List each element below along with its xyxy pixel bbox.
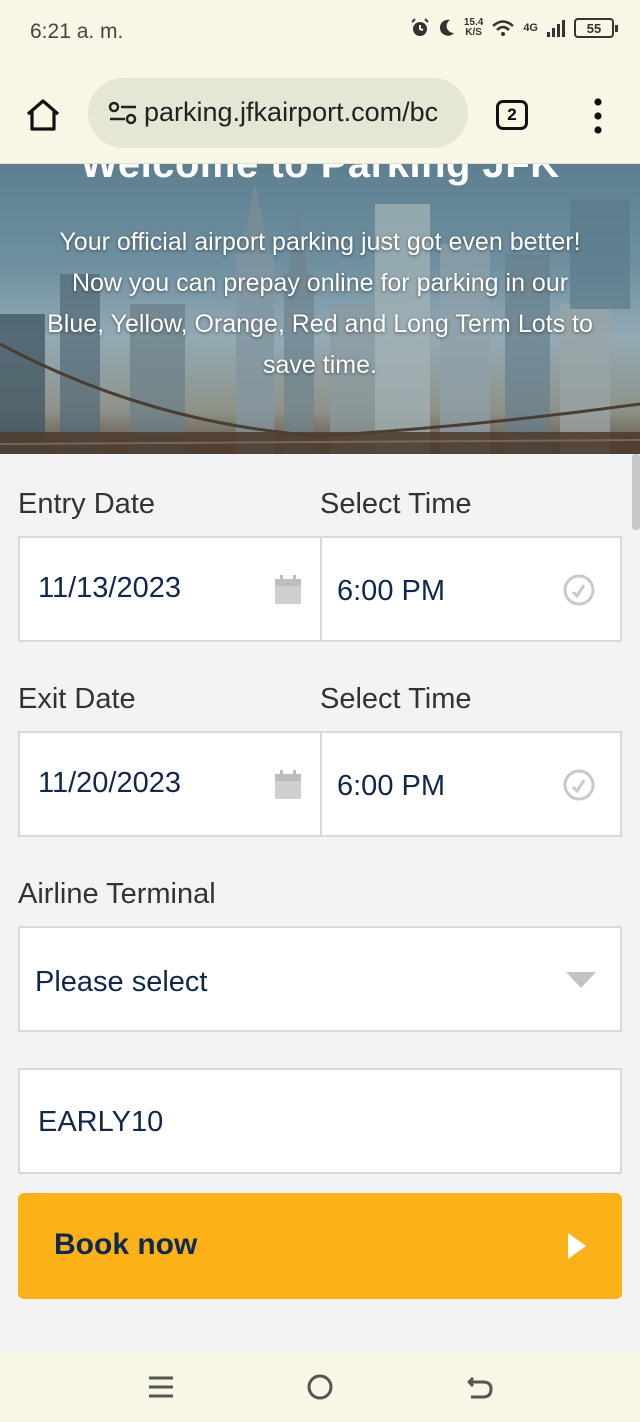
hero-description: Your official airport parking just got e…	[47, 228, 593, 379]
address-bar[interactable]: parking.jfkairport.com/bc	[88, 78, 468, 148]
status-icons: 15.4 K/S 4G 55	[410, 17, 618, 38]
moon-icon	[439, 19, 454, 36]
entry-date-label: Entry Date	[18, 488, 155, 520]
promo-code-value: EARLY10	[38, 1106, 164, 1138]
back-icon[interactable]	[463, 1370, 497, 1404]
clock-icon[interactable]	[562, 768, 596, 802]
exit-time-field[interactable]: 6:00 PM	[320, 731, 622, 837]
clock-icon[interactable]	[562, 573, 596, 607]
terminal-label: Airline Terminal	[18, 878, 216, 910]
network-type: 4G	[523, 22, 538, 34]
terminal-select[interactable]: Please select	[18, 926, 622, 1032]
signal-icon	[547, 20, 565, 37]
calendar-icon[interactable]	[274, 770, 302, 800]
entry-time-field[interactable]: 6:00 PM	[320, 536, 622, 642]
alarm-icon	[411, 18, 429, 36]
more-options-icon[interactable]	[590, 96, 606, 136]
book-now-label: Book now	[54, 1228, 198, 1261]
arrow-right-icon	[568, 1233, 586, 1259]
home-nav-icon[interactable]	[303, 1370, 337, 1404]
entry-time-label: Select Time	[320, 488, 472, 520]
status-time: 6:21 a. m.	[30, 20, 124, 43]
exit-date-label: Exit Date	[18, 683, 136, 715]
browser-toolbar: parking.jfkairport.com/bc 2	[0, 66, 640, 164]
exit-time-value: 6:00 PM	[337, 770, 445, 802]
entry-date-value: 11/13/2023	[38, 572, 181, 604]
network-speed: 15.4 K/S	[463, 17, 484, 38]
exit-date-value: 11/20/2023	[38, 767, 181, 799]
exit-date-field[interactable]: 11/20/2023	[18, 731, 322, 837]
entry-date-field[interactable]: 11/13/2023	[18, 536, 322, 642]
terminal-select-value: Please select	[35, 966, 208, 998]
hero-banner: Welcome to Parking JFK Your official air…	[0, 164, 640, 454]
entry-time-value: 6:00 PM	[337, 575, 445, 607]
battery-icon: 55	[574, 18, 618, 38]
status-bar: 6:21 a. m. 15.4 K/S 4G 55	[0, 0, 640, 66]
book-now-button[interactable]: Book now	[18, 1193, 622, 1299]
calendar-icon[interactable]	[274, 575, 302, 605]
home-icon[interactable]	[24, 96, 62, 134]
system-navigation-bar	[0, 1352, 640, 1422]
exit-time-label: Select Time	[320, 683, 472, 715]
page-scrollbar[interactable]	[632, 454, 640, 530]
chevron-down-icon[interactable]	[566, 972, 596, 990]
url-text: parking.jfkairport.com/bc	[144, 97, 439, 127]
hero-title: Welcome to Parking JFK	[80, 164, 560, 186]
site-settings-icon[interactable]	[108, 101, 138, 125]
promo-code-input[interactable]: EARLY10	[18, 1068, 622, 1174]
recent-apps-icon[interactable]	[144, 1370, 178, 1404]
tab-switcher-button[interactable]: 2	[496, 100, 528, 130]
wifi-icon	[492, 20, 515, 36]
